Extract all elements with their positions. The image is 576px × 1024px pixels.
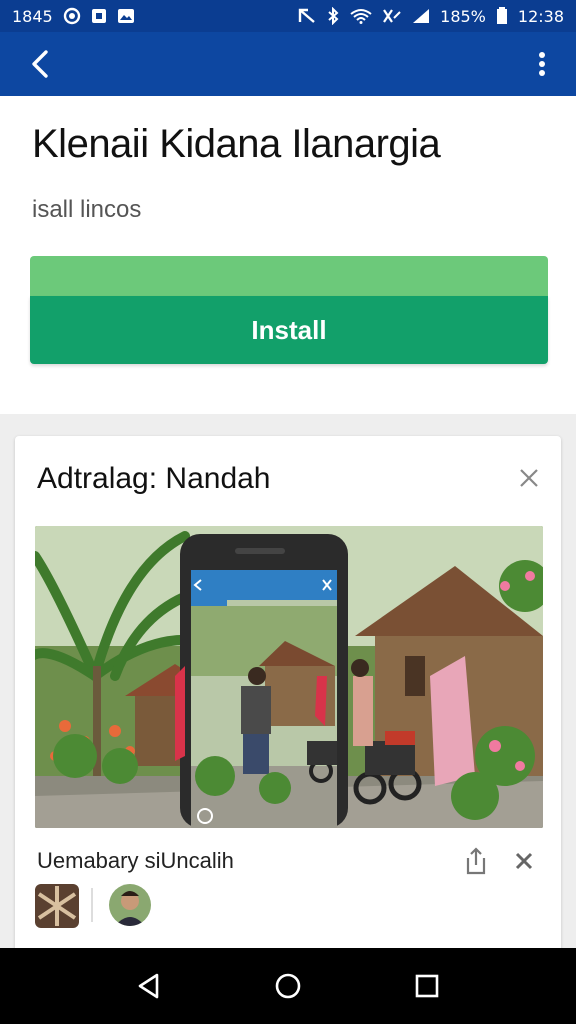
install-button[interactable]: Install — [30, 296, 548, 364]
cell-signal-icon — [412, 8, 430, 24]
status-right: 185% 12:38 — [298, 7, 564, 26]
circle-notification-icon — [63, 7, 81, 25]
more-vert-icon — [539, 52, 545, 76]
status-left: 1845 — [12, 7, 135, 26]
app-bar — [0, 32, 576, 96]
share-icon — [466, 847, 486, 875]
nav-back-button[interactable] — [125, 962, 173, 1010]
wifi-icon — [350, 8, 372, 24]
dismiss-button[interactable] — [507, 844, 541, 878]
system-nav-bar — [0, 948, 576, 1024]
footer-divider — [91, 888, 93, 922]
close-icon — [515, 852, 533, 870]
install-progress-bar — [30, 256, 548, 298]
notification-icon — [298, 8, 316, 24]
status-bar: 1845 185% 12:38 — [0, 0, 576, 32]
nav-recents-button[interactable] — [403, 962, 451, 1010]
app-title: Klenaii Kidana Ilanargia — [32, 122, 441, 166]
signal-x-icon — [382, 8, 402, 24]
battery-percent: 185% — [440, 6, 486, 26]
chevron-left-icon — [32, 50, 48, 78]
status-time-left: 1845 — [12, 6, 53, 26]
close-icon — [520, 469, 538, 487]
ad-close-button[interactable] — [511, 460, 547, 496]
bluetooth-icon — [326, 7, 340, 25]
ad-footer-title: Uemabary siUncalih — [37, 848, 234, 873]
back-triangle-icon — [139, 973, 159, 999]
battery-icon — [496, 7, 508, 25]
app-header-section: Klenaii Kidana Ilanargia isall lincos In… — [0, 96, 576, 414]
sponsor-logo[interactable] — [35, 884, 79, 928]
avatar[interactable] — [109, 884, 151, 926]
share-button[interactable] — [459, 844, 493, 878]
ad-title: Adtralag: Nandah — [37, 462, 271, 495]
image-notification-icon — [117, 8, 135, 24]
recents-square-icon — [415, 974, 438, 998]
back-button[interactable] — [20, 44, 60, 84]
overflow-menu-button[interactable] — [522, 44, 562, 84]
ad-image[interactable] — [35, 526, 543, 828]
nav-home-button[interactable] — [264, 962, 312, 1010]
ad-card[interactable]: Adtralag: Nandah Uemabary siUncalih — [15, 436, 561, 956]
status-time-right: 12:38 — [517, 6, 564, 26]
app-notification-icon — [91, 8, 107, 24]
home-circle-icon — [275, 973, 301, 999]
app-subtitle: isall lincos — [32, 196, 142, 223]
